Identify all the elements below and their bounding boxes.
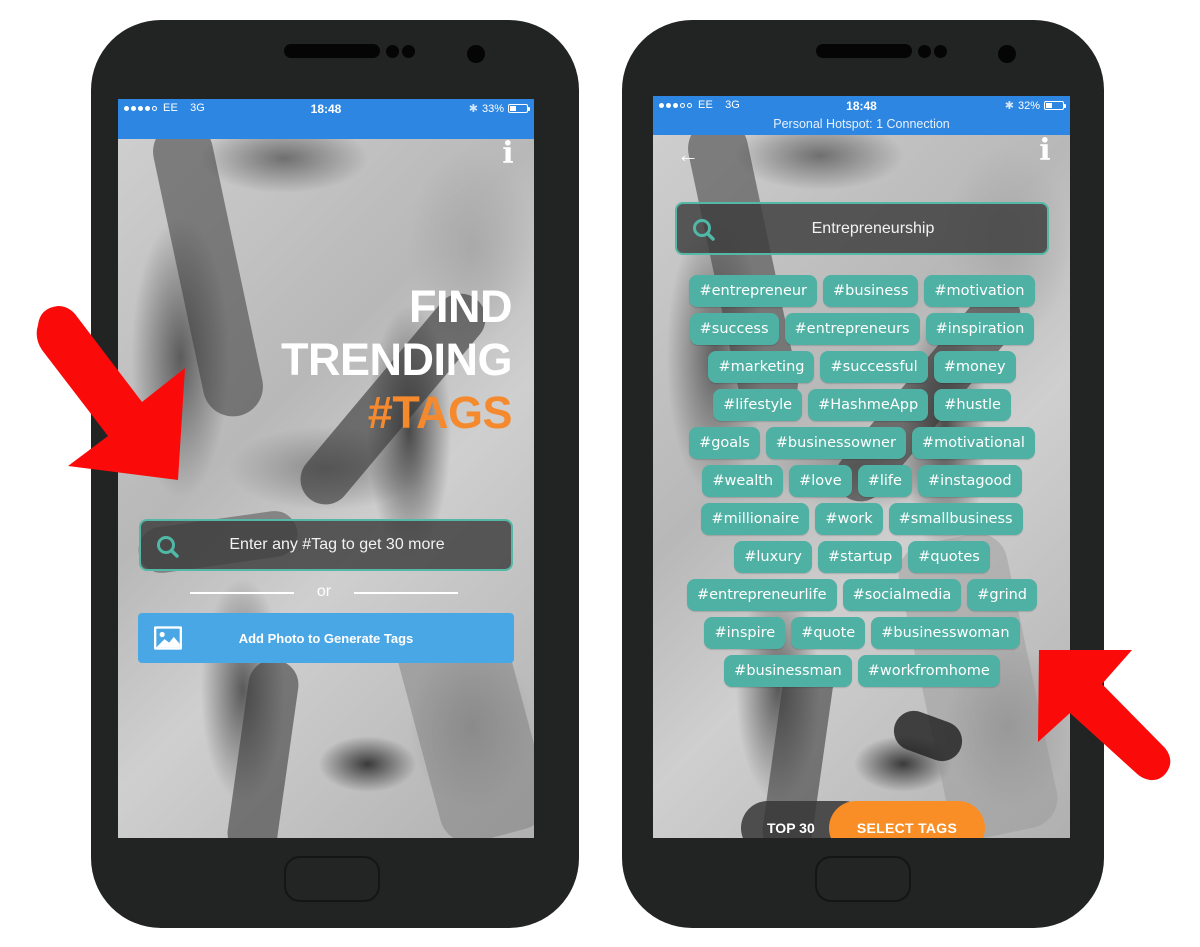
tag-row: #millionaire #work #smallbusiness [677, 503, 1047, 535]
hashtag-chip[interactable]: #businesswoman [871, 617, 1020, 649]
hashtag-chip[interactable]: #entrepreneur [689, 275, 818, 307]
hashtag-chip[interactable]: #startup [817, 541, 903, 573]
tag-row: #entrepreneur #business #motivation [677, 275, 1047, 307]
select-tags-button[interactable]: SELECT TAGS [829, 801, 985, 838]
battery-percent: 33% [481, 102, 504, 115]
hashtag-chip[interactable]: #quotes [908, 541, 990, 573]
hashtag-chip[interactable]: #smallbusiness [888, 503, 1023, 535]
battery-icon [1044, 101, 1066, 110]
sensor-dot [934, 45, 947, 58]
hotspot-banner[interactable]: Personal Hotspot: 1 Connection [653, 114, 1070, 134]
hashtag-chip[interactable]: #inspiration [925, 313, 1035, 345]
right-screen: EE 3G 18:48 ✱ 32% Personal Hotspot: 1 Co… [653, 96, 1070, 838]
hashtag-chip[interactable]: #motivational [911, 427, 1035, 459]
front-camera [998, 45, 1016, 63]
tag-row: #entrepreneurlife #socialmedia #grind [677, 579, 1047, 611]
earpiece-speaker [284, 44, 380, 58]
earpiece-speaker [816, 44, 912, 58]
tag-row: #inspire #quote #businesswoman [677, 617, 1047, 649]
status-bar: EE 3G 18:48 ✱ 33% [118, 99, 534, 139]
hashtag-chip[interactable]: #business [823, 275, 919, 307]
tag-search-input[interactable]: Enter any #Tag to get 30 more [139, 519, 513, 571]
tag-row: #success #entrepreneurs #inspiration [677, 313, 1047, 345]
hashtag-chip[interactable]: #motivation [924, 275, 1035, 307]
tag-row: #marketing #successful #money [677, 351, 1047, 383]
hashtag-chip[interactable]: #money [933, 351, 1016, 383]
bluetooth-icon: ✱ [1004, 100, 1014, 112]
hashtag-chip[interactable]: #inspire [704, 617, 786, 649]
red-arrow-pointing-up-left [1038, 650, 1171, 781]
hashtag-chip[interactable]: #quote [791, 617, 866, 649]
or-divider: or [190, 583, 458, 603]
right-phone-frame: EE 3G 18:48 ✱ 32% Personal Hotspot: 1 Co… [622, 20, 1104, 928]
headline-line-find: FIND [409, 281, 513, 332]
hashtag-chip[interactable]: #wealth [702, 465, 784, 497]
battery-percent: 32% [1017, 99, 1040, 112]
home-button[interactable] [284, 856, 380, 902]
image-icon [154, 626, 182, 650]
info-icon[interactable]: i [501, 139, 515, 169]
bluetooth-icon: ✱ [468, 103, 478, 115]
hashtag-chip[interactable]: #marketing [708, 351, 815, 383]
tag-row: #luxury #startup #quotes [677, 541, 1047, 573]
sensor-dot [386, 45, 399, 58]
hashtag-chip[interactable]: #hustle [934, 389, 1011, 421]
hashtag-chip[interactable]: #socialmedia [842, 579, 962, 611]
status-bar: EE 3G 18:48 ✱ 32% Personal Hotspot: 1 Co… [653, 96, 1070, 135]
hashtag-chip[interactable]: #grind [967, 579, 1038, 611]
hashtag-chip[interactable]: #successful [820, 351, 928, 383]
hashtag-chip[interactable]: #luxury [734, 541, 812, 573]
hashtag-chip[interactable]: #entrepreneurs [784, 313, 920, 345]
front-camera [467, 45, 485, 63]
hashtag-chip[interactable]: #businessman [724, 655, 852, 687]
battery-icon [508, 104, 530, 113]
search-placeholder: Enter any #Tag to get 30 more [229, 536, 445, 553]
divider-line [354, 592, 458, 594]
tag-search-input[interactable]: Entrepreneurship [675, 202, 1049, 255]
hashtag-chip[interactable]: #life [857, 465, 912, 497]
hashtag-chip[interactable]: #entrepreneurlife [686, 579, 837, 611]
info-icon[interactable]: i [1038, 136, 1052, 166]
hashtag-chip[interactable]: #businessowner [765, 427, 906, 459]
tag-row: #lifestyle #HashmeApp #hustle [677, 389, 1047, 421]
hashtag-chip[interactable]: #love [789, 465, 852, 497]
hashtag-chip[interactable]: #millionaire [701, 503, 810, 535]
hashtag-chip[interactable]: #work [815, 503, 883, 535]
back-arrow-icon[interactable]: ← [677, 144, 699, 166]
add-photo-label: Add Photo to Generate Tags [238, 630, 414, 646]
sensor-dot [402, 45, 415, 58]
tag-row: #goals #businessowner #motivational [677, 427, 1047, 459]
headline-line-trending: TRENDING [281, 334, 513, 385]
home-button[interactable] [815, 856, 911, 902]
headline-line-tags: #TAGS [367, 387, 513, 438]
add-photo-button[interactable]: Add Photo to Generate Tags [138, 613, 514, 663]
hashtag-chip[interactable]: #goals [689, 427, 760, 459]
sensor-dot [918, 45, 931, 58]
search-icon [157, 536, 179, 558]
hashtag-chip[interactable]: #success [689, 313, 779, 345]
headline: FIND TRENDING #TAGS [281, 280, 513, 439]
hashtag-chip[interactable]: #lifestyle [713, 389, 803, 421]
hashtag-chip[interactable]: #HashmeApp [808, 389, 929, 421]
red-arrow-pointing-down-right [36, 306, 185, 480]
search-value: Entrepreneurship [811, 219, 935, 237]
hashtag-chip[interactable]: #workfromhome [857, 655, 1000, 687]
search-icon [693, 219, 715, 241]
tag-row: #wealth #love #life #instagood [677, 465, 1047, 497]
tag-row: #businessman #workfromhome [677, 655, 1047, 687]
hashtag-chip[interactable]: #instagood [917, 465, 1022, 497]
tag-cloud: #entrepreneur #business #motivation #succes… [677, 275, 1047, 687]
